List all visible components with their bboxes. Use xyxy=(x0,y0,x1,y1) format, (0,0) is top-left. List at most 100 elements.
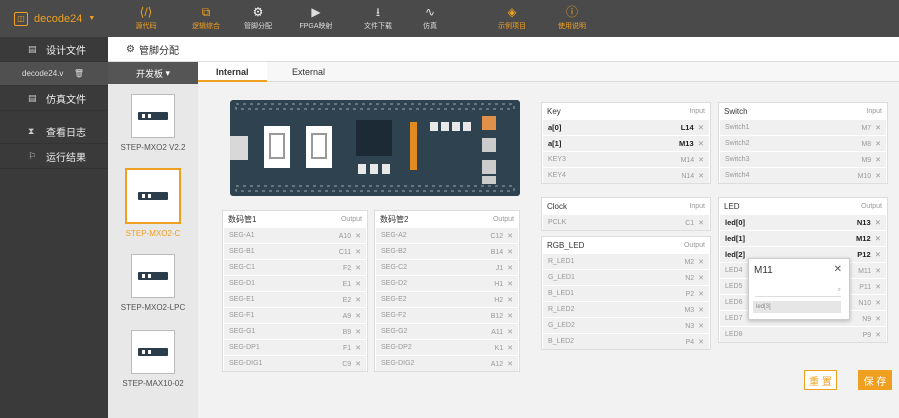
remove-icon[interactable]: ✕ xyxy=(505,361,513,368)
pin-row[interactable]: B_LED2 P4 ✕ xyxy=(543,333,709,349)
pin-row[interactable]: Switch4 M10 ✕ xyxy=(720,167,886,183)
remove-icon[interactable]: ✕ xyxy=(353,233,361,240)
remove-icon[interactable]: ✕ xyxy=(353,361,361,368)
remove-icon[interactable]: ✕ xyxy=(873,234,881,243)
save-button[interactable]: 保 存 xyxy=(858,370,892,390)
toolbar-code-button[interactable]: ⟨/⟩ 源代码 xyxy=(120,3,172,35)
remove-icon[interactable]: ✕ xyxy=(696,291,704,298)
pin-row[interactable]: G_LED2 N3 ✕ xyxy=(543,317,709,333)
remove-icon[interactable]: ✕ xyxy=(873,316,881,323)
pin-row[interactable]: SEG-G2 A11 ✕ xyxy=(376,323,518,339)
remove-icon[interactable]: ✕ xyxy=(353,297,361,304)
remove-icon[interactable]: ✕ xyxy=(696,173,704,180)
remove-icon[interactable]: ✕ xyxy=(696,157,704,164)
toolbar-download-button[interactable]: ⭳ 文件下载 xyxy=(352,3,404,35)
pin-row[interactable]: Switch2 M8 ✕ xyxy=(720,135,886,151)
board-option[interactable]: STEP-MXO2 V2.2 xyxy=(108,94,198,152)
sidebar-file-item[interactable]: decode24.v 🗑 xyxy=(0,62,108,86)
toolbar-play-button[interactable]: ▶ FPGA映射 xyxy=(290,3,342,35)
sidebar-item-design-files[interactable]: ▤ 设计文件 xyxy=(0,37,108,62)
pin-row[interactable]: a[0] L14 ✕ xyxy=(543,119,709,135)
remove-icon[interactable]: ✕ xyxy=(505,249,513,256)
remove-icon[interactable]: ✕ xyxy=(505,265,513,272)
remove-icon[interactable]: ✕ xyxy=(873,300,881,307)
toolbar-synthesis-button[interactable]: ⧉ 逻辑综合 xyxy=(180,3,232,35)
pin-row[interactable]: SEG-C1 F2 ✕ xyxy=(224,259,366,275)
search-input[interactable]: ⌕ xyxy=(755,287,841,297)
board-option[interactable]: STEP-MXO2-LPC xyxy=(108,254,198,312)
pin-row[interactable]: a[1] M13 ✕ xyxy=(543,135,709,151)
remove-icon[interactable]: ✕ xyxy=(505,345,513,352)
pin-row[interactable]: KEY4 N14 ✕ xyxy=(543,167,709,183)
remove-icon[interactable]: ✕ xyxy=(873,173,881,180)
remove-icon[interactable]: ✕ xyxy=(505,329,513,336)
pin-row[interactable]: SEG-A2 C12 ✕ xyxy=(376,227,518,243)
trash-icon[interactable]: 🗑 xyxy=(74,69,84,78)
remove-icon[interactable]: ✕ xyxy=(696,220,704,227)
popup-option[interactable]: led[3] xyxy=(753,301,841,313)
pin-row[interactable]: LED8 P9 ✕ xyxy=(720,326,886,342)
remove-icon[interactable]: ✕ xyxy=(873,332,881,339)
board-option[interactable]: STEP-MAX10-02 xyxy=(108,330,198,388)
remove-icon[interactable]: ✕ xyxy=(353,265,361,272)
pin-row[interactable]: R_LED2 M3 ✕ xyxy=(543,301,709,317)
tab-external[interactable]: External xyxy=(292,62,325,82)
remove-icon[interactable]: ✕ xyxy=(353,249,361,256)
pin-row[interactable]: SEG-F1 A9 ✕ xyxy=(224,307,366,323)
toolbar-diamond-button[interactable]: ◈ 示例项目 xyxy=(486,3,538,35)
remove-icon[interactable]: ✕ xyxy=(696,123,704,132)
remove-icon[interactable]: ✕ xyxy=(696,307,704,314)
remove-icon[interactable]: ✕ xyxy=(353,281,361,288)
pin-row[interactable]: SEG-DP1 F1 ✕ xyxy=(224,339,366,355)
remove-icon[interactable]: ✕ xyxy=(696,275,704,282)
pin-row[interactable]: led[0] N13 ✕ xyxy=(720,214,886,230)
remove-icon[interactable]: ✕ xyxy=(353,329,361,336)
pin-row[interactable]: SEG-DP2 K1 ✕ xyxy=(376,339,518,355)
pin-row[interactable]: SEG-D1 E1 ✕ xyxy=(224,275,366,291)
pin-row[interactable]: SEG-B1 C11 ✕ xyxy=(224,243,366,259)
remove-icon[interactable]: ✕ xyxy=(873,125,881,132)
toolbar-alert-button[interactable]: ⓘ 使用说明 xyxy=(546,3,598,35)
pin-row[interactable]: SEG-D2 H1 ✕ xyxy=(376,275,518,291)
remove-icon[interactable]: ✕ xyxy=(873,250,881,259)
remove-icon[interactable]: ✕ xyxy=(505,281,513,288)
board-dropdown[interactable]: 开发板 ▾ xyxy=(108,62,198,84)
remove-icon[interactable]: ✕ xyxy=(505,297,513,304)
remove-icon[interactable]: ✕ xyxy=(696,259,704,266)
pin-row[interactable]: SEG-A1 A10 ✕ xyxy=(224,227,366,243)
pin-row[interactable]: SEG-G1 B9 ✕ xyxy=(224,323,366,339)
pin-row[interactable]: Switch3 M9 ✕ xyxy=(720,151,886,167)
pin-row[interactable]: SEG-F2 B12 ✕ xyxy=(376,307,518,323)
pin-row[interactable]: B_LED1 P2 ✕ xyxy=(543,285,709,301)
remove-icon[interactable]: ✕ xyxy=(873,268,881,275)
pin-row[interactable]: SEG-E1 E2 ✕ xyxy=(224,291,366,307)
remove-icon[interactable]: ✕ xyxy=(873,157,881,164)
sidebar-item-sim-files[interactable]: ▤ 仿真文件 xyxy=(0,86,108,111)
pin-row[interactable]: PCLK C1 ✕ xyxy=(543,214,709,230)
pin-row[interactable]: G_LED1 N2 ✕ xyxy=(543,269,709,285)
toolbar-gear-button[interactable]: ⚙ 管脚分配 xyxy=(232,3,284,35)
sidebar-item-results[interactable]: ⚐ 运行结果 xyxy=(0,144,108,169)
pin-row[interactable]: R_LED1 M2 ✕ xyxy=(543,253,709,269)
pin-row[interactable]: SEG-B2 B14 ✕ xyxy=(376,243,518,259)
pin-row[interactable]: SEG-C2 J1 ✕ xyxy=(376,259,518,275)
remove-icon[interactable]: ✕ xyxy=(353,345,361,352)
remove-icon[interactable]: ✕ xyxy=(696,139,704,148)
pin-row[interactable]: SEG-DIG2 A12 ✕ xyxy=(376,355,518,371)
remove-icon[interactable]: ✕ xyxy=(696,323,704,330)
remove-icon[interactable]: ✕ xyxy=(873,218,881,227)
project-selector[interactable]: ◫ decode24 ▼ xyxy=(0,0,108,37)
pin-row[interactable]: led[1] M12 ✕ xyxy=(720,230,886,246)
remove-icon[interactable]: ✕ xyxy=(505,233,513,240)
pin-row[interactable]: KEY3 M14 ✕ xyxy=(543,151,709,167)
pin-row[interactable]: SEG-DIG1 C9 ✕ xyxy=(224,355,366,371)
pin-row[interactable]: Switch1 M7 ✕ xyxy=(720,119,886,135)
toolbar-waveform-button[interactable]: ∿ 仿真 xyxy=(404,3,456,35)
remove-icon[interactable]: ✕ xyxy=(696,339,704,346)
remove-icon[interactable]: ✕ xyxy=(873,141,881,148)
remove-icon[interactable]: ✕ xyxy=(873,284,881,291)
reset-button[interactable]: 重 置 xyxy=(804,370,837,390)
remove-icon[interactable]: ✕ xyxy=(353,313,361,320)
sidebar-item-logs[interactable]: ⧗ 查看日志 xyxy=(0,119,108,144)
close-icon[interactable]: ✕ xyxy=(834,264,842,275)
